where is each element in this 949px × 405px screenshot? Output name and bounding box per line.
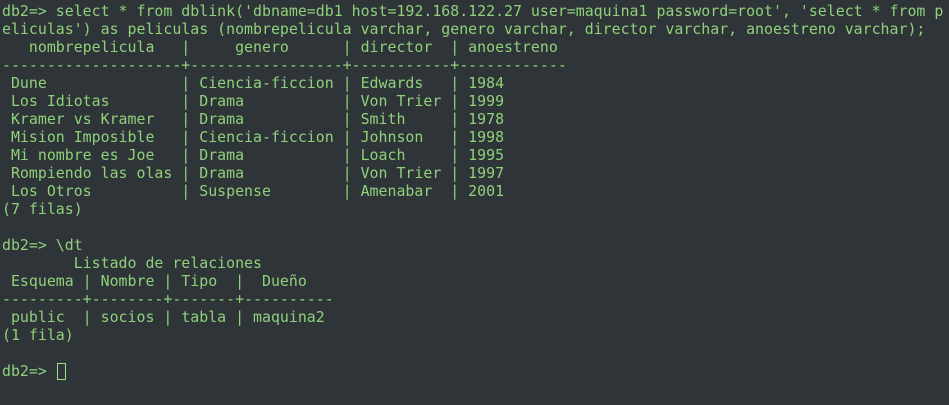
result-row: Mi nombre es Joe | Drama | Loach | 1995 <box>2 146 505 164</box>
prompt-line[interactable]: db2=> <box>2 362 949 380</box>
result-row: Mision Imposible | Ciencia-ficcion | Joh… <box>2 128 505 146</box>
cursor-block[interactable] <box>56 363 66 380</box>
relations-title: Listado de relaciones <box>2 254 262 272</box>
result-separator: --------------------+-----------------+-… <box>2 56 567 74</box>
result-row: Dune | Ciencia-ficcion | Edwards | 1984 <box>2 74 505 92</box>
command-line-dt: db2=> \dt <box>2 236 83 254</box>
row-count: (7 filas) <box>2 200 83 218</box>
terminal-window[interactable]: db2=> select * from dblink('dbname=db1 h… <box>0 0 949 405</box>
command-line-2: eliculas') as peliculas (nombrepelicula … <box>2 20 926 38</box>
command-line-1: db2=> select * from dblink('dbname=db1 h… <box>2 2 944 20</box>
result-header: nombrepelicula | genero | director | ano… <box>2 38 558 56</box>
result-row: Los Idiotas | Drama | Von Trier | 1999 <box>2 92 505 110</box>
result-row: Rompiendo las olas | Drama | Von Trier |… <box>2 164 505 182</box>
prompt: db2=> <box>2 362 56 380</box>
result-row: Los Otros | Suspense | Amenabar | 2001 <box>2 182 505 200</box>
relations-row: public | socios | tabla | maquina2 <box>2 308 325 326</box>
relations-count: (1 fila) <box>2 326 74 344</box>
result-row: Kramer vs Kramer | Drama | Smith | 1978 <box>2 110 505 128</box>
relations-separator: ---------+--------+-------+---------- <box>2 290 334 308</box>
relations-header: Esquema | Nombre | Tipo | Dueño <box>2 272 307 290</box>
